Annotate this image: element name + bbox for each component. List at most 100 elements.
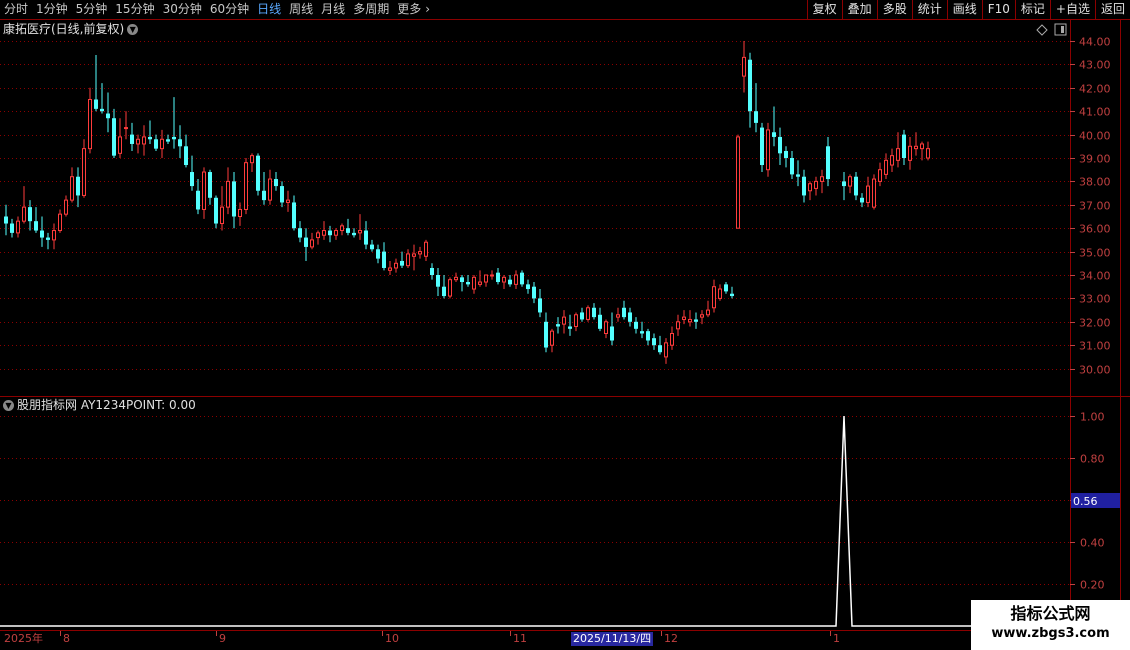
- candle: [532, 282, 536, 304]
- price-tick-label: 42.00: [1079, 83, 1111, 96]
- date-label: 9: [219, 632, 226, 645]
- stock-title: 康拓医疗(日线,前复权): [3, 22, 125, 36]
- indicator-grid: [0, 416, 1070, 585]
- candle: [310, 232, 314, 250]
- candle: [148, 120, 152, 144]
- candle: [106, 92, 110, 133]
- candle: [622, 300, 626, 320]
- candle: [568, 314, 572, 336]
- candle: [22, 186, 26, 224]
- date-tickmark: [510, 631, 511, 636]
- chart-title[interactable]: 康拓医疗(日线,前复权) ▼: [3, 21, 139, 37]
- candle: [82, 139, 86, 198]
- candle: [268, 169, 272, 205]
- date-label: 8: [63, 632, 70, 645]
- candle: [172, 97, 176, 149]
- candle: [538, 289, 542, 318]
- candle: [670, 326, 674, 350]
- candle: [220, 186, 224, 231]
- date-label: 11: [513, 632, 527, 645]
- candle: [884, 153, 888, 180]
- indicator-title[interactable]: ▼ 股朋指标网 AY1234POINT: 0.00: [3, 398, 196, 412]
- candle: [292, 195, 296, 231]
- candle: [634, 317, 638, 334]
- price-tick-label: 35.00: [1079, 247, 1111, 260]
- candle: [76, 167, 80, 208]
- candle: [166, 134, 170, 144]
- indicator-line: [0, 415, 1070, 627]
- candle: [40, 216, 44, 247]
- candle: [214, 195, 218, 229]
- candle: [598, 307, 602, 332]
- price-tick-label: 36.00: [1079, 223, 1111, 236]
- candle: [742, 41, 746, 93]
- date-tickmark: [661, 631, 662, 636]
- candle: [790, 150, 794, 180]
- candle: [920, 141, 924, 161]
- price-grid: [0, 41, 1070, 370]
- candle: [872, 174, 876, 210]
- candle: [514, 270, 518, 290]
- candle: [604, 319, 608, 339]
- date-label: 10: [385, 632, 399, 645]
- candle: [754, 83, 758, 133]
- candle: [448, 277, 452, 299]
- kline-chart[interactable]: 44.00 43.00 42.00 41.00 40.00 39.00 38.00 37.00…: [0, 0, 1130, 650]
- candle: [232, 172, 236, 229]
- candle: [112, 108, 116, 158]
- date-tickmark: [382, 631, 383, 636]
- candle: [400, 251, 404, 268]
- candle: [322, 221, 326, 240]
- candle: [340, 223, 344, 236]
- candle: [286, 190, 290, 212]
- candle: [652, 333, 656, 350]
- chevron-down-icon[interactable]: ▼: [127, 24, 139, 35]
- date-label: 12: [664, 632, 678, 645]
- date-label: 1: [833, 632, 840, 645]
- date-axis: 2025年 8 9 10 11 12 1 2025/11/13/四: [0, 630, 971, 647]
- candle: [712, 279, 716, 313]
- candle: [388, 260, 392, 275]
- candle: [364, 221, 368, 250]
- candle: [442, 275, 446, 299]
- candle: [490, 270, 494, 280]
- price-tick-label: 32.00: [1079, 317, 1111, 330]
- candle: [94, 55, 98, 112]
- indicator-tick-label: 0.40: [1080, 537, 1105, 550]
- candle: [424, 239, 428, 261]
- date-tickmark: [216, 631, 217, 636]
- candle: [16, 216, 20, 238]
- price-ticks: 44.00 43.00 42.00 41.00 40.00 39.00 38.00 37.00…: [1070, 36, 1111, 377]
- candle: [574, 312, 578, 332]
- panel-toggle-icon[interactable]: [1054, 23, 1067, 36]
- candle: [736, 134, 740, 229]
- candle: [430, 263, 434, 280]
- candle: [352, 228, 356, 238]
- diamond-icon[interactable]: [1036, 24, 1048, 36]
- candle: [454, 272, 458, 283]
- candle: [766, 122, 770, 177]
- selected-date-label: 2025/11/13/四: [571, 632, 654, 646]
- price-tick-label: 34.00: [1079, 270, 1111, 283]
- candle: [760, 122, 764, 173]
- candle: [796, 160, 800, 187]
- chevron-down-icon[interactable]: ▼: [3, 400, 14, 411]
- price-tick-label: 31.00: [1079, 340, 1111, 353]
- candle: [814, 176, 818, 196]
- candle: [706, 300, 710, 318]
- candle: [208, 169, 212, 205]
- candle: [376, 244, 380, 264]
- candles: [4, 41, 930, 364]
- candle: [466, 275, 470, 287]
- candle: [184, 134, 188, 168]
- candle: [406, 249, 410, 268]
- candle: [196, 179, 200, 215]
- candle: [280, 181, 284, 208]
- candle: [730, 286, 734, 299]
- candle: [394, 258, 398, 273]
- candle: [52, 223, 56, 250]
- indicator-tick-label: 1.00: [1080, 411, 1105, 424]
- candle: [562, 310, 566, 334]
- candle: [866, 176, 870, 208]
- candle: [646, 328, 650, 346]
